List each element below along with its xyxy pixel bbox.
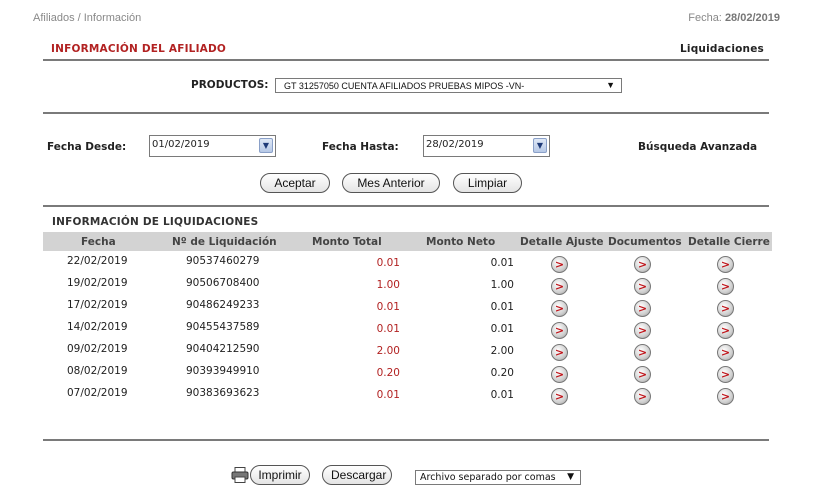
cell-fecha: 14/02/2019 bbox=[67, 321, 128, 333]
cell-numero: 90506708400 bbox=[186, 277, 260, 289]
col-fecha: Fecha bbox=[81, 236, 116, 248]
date-from-value: 01/02/2019 bbox=[152, 139, 210, 150]
col-documentos: Documentos bbox=[608, 236, 682, 248]
advanced-search-link[interactable]: Búsqueda Avanzada bbox=[638, 141, 757, 153]
table-row bbox=[43, 321, 772, 341]
cell-monto-total: 1.00 bbox=[376, 279, 400, 291]
documentos-button[interactable]: > bbox=[634, 300, 651, 317]
calendar-dropdown-icon[interactable]: ▼ bbox=[533, 138, 547, 153]
printer-icon bbox=[231, 467, 249, 483]
divider bbox=[43, 439, 769, 441]
cell-monto-neto: 0.01 bbox=[490, 389, 514, 401]
cell-numero: 90455437589 bbox=[186, 321, 260, 333]
divider bbox=[43, 205, 769, 207]
liquidaciones-link[interactable]: Liquidaciones bbox=[680, 43, 764, 55]
chevron-down-icon: ▼ bbox=[567, 472, 574, 482]
documentos-button[interactable]: > bbox=[634, 366, 651, 383]
documentos-button[interactable]: > bbox=[634, 388, 651, 405]
cell-fecha: 07/02/2019 bbox=[67, 387, 128, 399]
cell-monto-neto: 0.01 bbox=[490, 323, 514, 335]
cell-fecha: 17/02/2019 bbox=[67, 299, 128, 311]
detalle-ajuste-button[interactable]: > bbox=[551, 366, 568, 383]
clear-button[interactable]: Limpiar bbox=[453, 173, 522, 193]
detalle-ajuste-button[interactable]: > bbox=[551, 278, 568, 295]
detalle-ajuste-button[interactable]: > bbox=[551, 344, 568, 361]
cell-monto-total: 0.01 bbox=[376, 257, 400, 269]
table-row bbox=[43, 365, 772, 385]
cell-monto-total: 0.20 bbox=[376, 367, 400, 379]
table-row bbox=[43, 387, 772, 407]
accept-button[interactable]: Aceptar bbox=[260, 173, 330, 193]
col-detalle-cierre: Detalle Cierre bbox=[688, 236, 770, 248]
documentos-button[interactable]: > bbox=[634, 322, 651, 339]
chevron-down-icon: ▼ bbox=[606, 80, 615, 90]
cell-fecha: 22/02/2019 bbox=[67, 255, 128, 267]
detalle-cierre-button[interactable]: > bbox=[717, 366, 734, 383]
export-format-select[interactable]: Archivo separado por comas ▼ bbox=[415, 470, 581, 485]
table-row bbox=[43, 299, 772, 319]
breadcrumb: Afiliados / Información bbox=[33, 12, 142, 24]
col-numero: Nº de Liquidación bbox=[172, 236, 277, 248]
products-label: PRODUCTOS: bbox=[191, 79, 269, 91]
previous-month-button[interactable]: Mes Anterior bbox=[342, 173, 440, 193]
header-date: Fecha: 28/02/2019 bbox=[688, 12, 780, 24]
header-date-label: Fecha: bbox=[688, 12, 722, 24]
export-format-selected: Archivo separado por comas bbox=[420, 472, 556, 483]
detalle-cierre-button[interactable]: > bbox=[717, 278, 734, 295]
detalle-ajuste-button[interactable]: > bbox=[551, 388, 568, 405]
divider bbox=[43, 59, 769, 61]
cell-numero: 90393949910 bbox=[186, 365, 260, 377]
cell-numero: 90383693623 bbox=[186, 387, 260, 399]
date-to-label: Fecha Hasta: bbox=[322, 141, 399, 153]
products-selected: GT 31257050 CUENTA AFILIADOS PRUEBAS MIP… bbox=[284, 81, 525, 91]
detalle-cierre-button[interactable]: > bbox=[717, 388, 734, 405]
header-date-value: 28/02/2019 bbox=[724, 12, 780, 24]
print-label[interactable]: Imprimir bbox=[250, 465, 310, 485]
cell-fecha: 08/02/2019 bbox=[67, 365, 128, 377]
table-row bbox=[43, 277, 772, 297]
detalle-ajuste-button[interactable]: > bbox=[551, 256, 568, 273]
cell-fecha: 09/02/2019 bbox=[67, 343, 128, 355]
download-button[interactable]: Descargar bbox=[322, 465, 392, 485]
documentos-button[interactable]: > bbox=[634, 344, 651, 361]
col-detalle-ajuste: Detalle Ajuste bbox=[520, 236, 604, 248]
affiliate-section-title: INFORMACIÓN DEL AFILIADO bbox=[51, 43, 227, 55]
print-button[interactable]: Imprimir bbox=[231, 465, 311, 485]
cell-monto-total: 0.01 bbox=[376, 301, 400, 313]
table-row bbox=[43, 255, 772, 275]
date-from-label: Fecha Desde: bbox=[47, 141, 127, 153]
products-select[interactable]: GT 31257050 CUENTA AFILIADOS PRUEBAS MIP… bbox=[275, 78, 622, 93]
cell-fecha: 19/02/2019 bbox=[67, 277, 128, 289]
cell-monto-neto: 0.01 bbox=[490, 301, 514, 313]
cell-monto-total: 0.01 bbox=[376, 323, 400, 335]
detalle-cierre-button[interactable]: > bbox=[717, 300, 734, 317]
detalle-ajuste-button[interactable]: > bbox=[551, 300, 568, 317]
cell-monto-total: 0.01 bbox=[376, 389, 400, 401]
settlements-title: INFORMACIÓN DE LIQUIDACIONES bbox=[52, 216, 259, 228]
detalle-cierre-button[interactable]: > bbox=[717, 256, 734, 273]
table-row bbox=[43, 343, 772, 363]
cell-numero: 90537460279 bbox=[186, 255, 260, 267]
cell-numero: 90486249233 bbox=[186, 299, 260, 311]
detalle-cierre-button[interactable]: > bbox=[717, 322, 734, 339]
divider bbox=[43, 112, 769, 114]
col-monto-total: Monto Total bbox=[312, 236, 382, 248]
cell-monto-total: 2.00 bbox=[376, 345, 400, 357]
col-monto-neto: Monto Neto bbox=[426, 236, 496, 248]
cell-monto-neto: 2.00 bbox=[490, 345, 514, 357]
detalle-cierre-button[interactable]: > bbox=[717, 344, 734, 361]
cell-monto-neto: 0.01 bbox=[490, 257, 514, 269]
date-to-field[interactable]: 28/02/2019 ▼ bbox=[423, 135, 550, 157]
calendar-dropdown-icon[interactable]: ▼ bbox=[259, 138, 273, 153]
cell-monto-neto: 0.20 bbox=[490, 367, 514, 379]
documentos-button[interactable]: > bbox=[634, 256, 651, 273]
cell-monto-neto: 1.00 bbox=[490, 279, 514, 291]
date-to-value: 28/02/2019 bbox=[426, 139, 484, 150]
detalle-ajuste-button[interactable]: > bbox=[551, 322, 568, 339]
date-from-field[interactable]: 01/02/2019 ▼ bbox=[149, 135, 276, 157]
documentos-button[interactable]: > bbox=[634, 278, 651, 295]
cell-numero: 90404212590 bbox=[186, 343, 260, 355]
